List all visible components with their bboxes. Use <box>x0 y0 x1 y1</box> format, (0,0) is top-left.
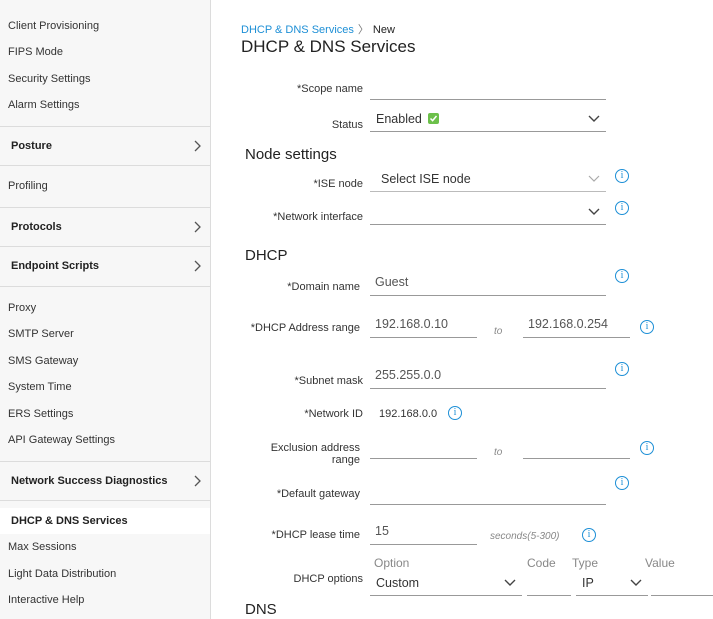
sidebar-item-max-sessions[interactable]: Max Sessions <box>8 541 76 553</box>
sidebar-item-dhcp-dns-services[interactable]: DHCP & DNS Services <box>0 508 210 534</box>
ise-node-select[interactable]: Select ISE node <box>370 168 606 192</box>
chevron-right-icon <box>194 140 201 152</box>
chevron-right-icon <box>194 221 201 233</box>
dhcp-options-col-type: Type <box>572 556 599 570</box>
domain-name-input[interactable]: Guest <box>370 272 606 296</box>
dhcp-option-value-input[interactable] <box>651 572 713 596</box>
ise-node-placeholder: Select ISE node <box>381 172 471 186</box>
info-icon[interactable]: i <box>615 476 629 490</box>
range-to-text: to <box>494 326 503 337</box>
subnet-mask-label: *Subnet mask <box>294 375 363 387</box>
sidebar-item-sms-gateway[interactable]: SMS Gateway <box>8 355 78 367</box>
sidebar-group-label: Posture <box>11 140 52 152</box>
domain-name-label: *Domain name <box>287 281 360 293</box>
sidebar-group-protocols[interactable]: Protocols <box>0 207 210 247</box>
dns-heading: DNS <box>245 601 277 618</box>
exclusion-to-text: to <box>494 447 503 458</box>
dhcp-range-start-input[interactable]: 192.168.0.10 <box>370 314 477 338</box>
dhcp-options-col-option: Option <box>374 556 410 570</box>
sidebar-item-alarm-settings[interactable]: Alarm Settings <box>8 99 80 111</box>
lease-time-hint: seconds(5-300) <box>490 531 560 542</box>
dhcp-option-type-value: IP <box>582 576 594 590</box>
chevron-down-icon <box>588 175 600 182</box>
dhcp-options-label: DHCP options <box>293 573 364 585</box>
chevron-down-icon <box>504 579 516 586</box>
lease-time-placeholder: 15 <box>375 524 389 538</box>
domain-name-placeholder: Guest <box>375 275 409 289</box>
sidebar-group-posture[interactable]: Posture <box>0 126 210 166</box>
info-icon[interactable]: i <box>640 320 654 334</box>
info-icon[interactable]: i <box>615 169 629 183</box>
breadcrumb-current: New <box>372 24 395 36</box>
dhcp-range-end-input[interactable]: 192.168.0.254 <box>523 314 630 338</box>
info-icon[interactable]: i <box>615 269 629 283</box>
ise-node-label: *ISE node <box>313 178 363 190</box>
check-icon <box>427 113 439 124</box>
dhcp-range-label: *DHCP Address range <box>250 322 360 334</box>
scope-name-input[interactable] <box>370 76 606 100</box>
sidebar-item-security-settings[interactable]: Security Settings <box>8 73 91 85</box>
exclusion-range-end-input[interactable] <box>523 435 630 459</box>
sidebar-item-fips-mode[interactable]: FIPS Mode <box>8 46 63 58</box>
lease-time-label: *DHCP lease time <box>271 529 360 541</box>
sidebar: Client Provisioning FIPS Mode Security S… <box>0 0 211 619</box>
status-select[interactable]: Enabled <box>370 108 606 132</box>
sidebar-item-profiling[interactable]: Profiling <box>8 180 48 192</box>
exclusion-range-start-input[interactable] <box>370 435 477 459</box>
sidebar-item-light-data-distribution[interactable]: Light Data Distribution <box>8 568 116 580</box>
info-icon[interactable]: i <box>582 528 596 542</box>
network-id-value: 192.168.0.0 <box>379 408 438 420</box>
chevron-down-icon <box>630 579 642 586</box>
info-icon[interactable]: i <box>640 441 654 455</box>
sidebar-group-label: Protocols <box>11 221 62 233</box>
sidebar-group-label: Endpoint Scripts <box>11 260 99 272</box>
node-settings-heading: Node settings <box>245 146 337 163</box>
default-gateway-input[interactable] <box>370 481 606 505</box>
status-label: Status <box>331 119 363 131</box>
dhcp-heading: DHCP <box>245 247 288 264</box>
subnet-mask-placeholder: 255.255.0.0 <box>375 368 442 382</box>
lease-time-input[interactable]: 15 <box>370 521 477 545</box>
breadcrumb: DHCP & DNS Services 〉 New <box>241 21 395 37</box>
dhcp-options-col-value: Value <box>645 556 675 570</box>
dhcp-range-start-placeholder: 192.168.0.10 <box>375 317 448 331</box>
chevron-down-icon <box>588 208 600 215</box>
dhcp-option-select[interactable]: Custom <box>370 572 522 596</box>
sidebar-item-system-time[interactable]: System Time <box>8 381 72 393</box>
exclusion-range-label: Exclusion address range <box>270 442 360 466</box>
sidebar-item-label: DHCP & DNS Services <box>11 515 128 527</box>
chevron-right-icon <box>194 260 201 272</box>
network-interface-select[interactable] <box>370 201 606 225</box>
subnet-mask-input[interactable]: 255.255.0.0 <box>370 365 606 389</box>
sidebar-group-label: Network Success Diagnostics <box>11 475 168 487</box>
status-value: Enabled <box>376 112 439 126</box>
dhcp-option-value: Custom <box>376 576 420 590</box>
sidebar-group-endpoint-scripts[interactable]: Endpoint Scripts <box>0 247 210 287</box>
sidebar-item-proxy[interactable]: Proxy <box>8 302 36 314</box>
sidebar-item-interactive-help[interactable]: Interactive Help <box>8 594 84 606</box>
chevron-down-icon <box>588 115 600 122</box>
sidebar-item-ers-settings[interactable]: ERS Settings <box>8 408 73 420</box>
info-icon[interactable]: i <box>615 201 629 215</box>
network-id-label: *Network ID <box>304 408 363 420</box>
scope-name-label: *Scope name <box>296 83 363 95</box>
sidebar-item-smtp-server[interactable]: SMTP Server <box>8 328 74 340</box>
chevron-right-icon <box>194 475 201 487</box>
breadcrumb-separator-icon: 〉 <box>357 24 369 36</box>
breadcrumb-parent-link[interactable]: DHCP & DNS Services <box>241 24 354 36</box>
page-title: DHCP & DNS Services <box>241 37 416 56</box>
sidebar-item-api-gateway-settings[interactable]: API Gateway Settings <box>8 434 115 446</box>
dhcp-option-type-select[interactable]: IP <box>576 572 648 596</box>
info-icon[interactable]: i <box>448 406 462 420</box>
sidebar-group-network-success-diagnostics[interactable]: Network Success Diagnostics <box>0 461 210 501</box>
dhcp-options-col-code: Code <box>527 556 556 570</box>
dhcp-range-end-placeholder: 192.168.0.254 <box>528 317 608 331</box>
default-gateway-label: *Default gateway <box>276 488 360 500</box>
info-icon[interactable]: i <box>615 362 629 376</box>
sidebar-item-client-provisioning[interactable]: Client Provisioning <box>8 20 99 32</box>
network-interface-label: *Network interface <box>273 211 363 223</box>
dhcp-option-code-input[interactable] <box>527 572 571 596</box>
